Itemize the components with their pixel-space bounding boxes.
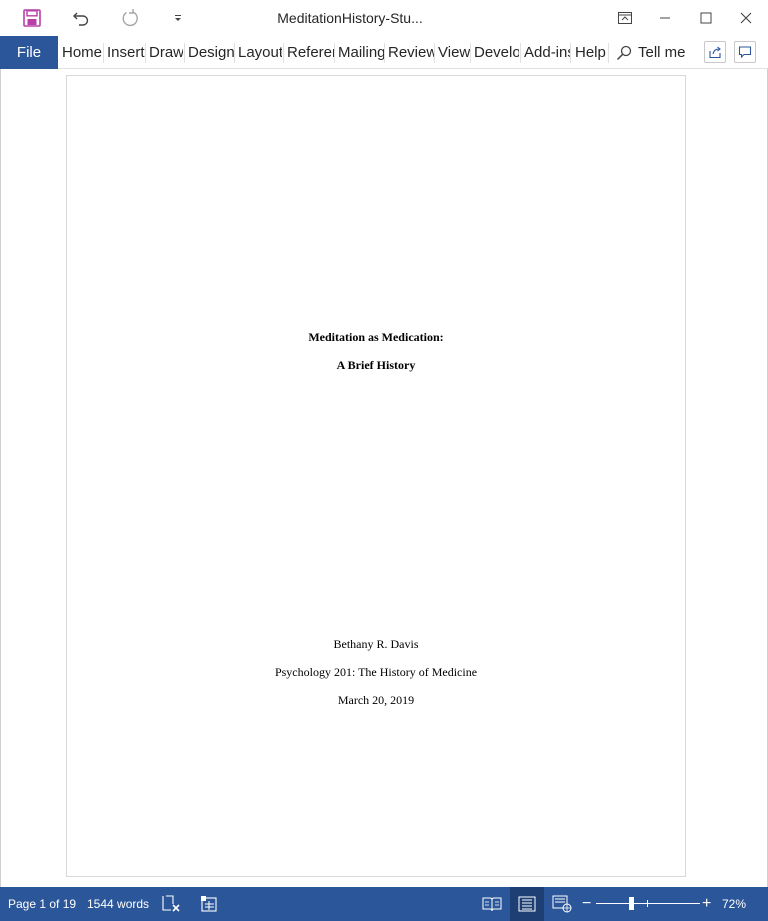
comments-button[interactable] [734,41,756,63]
title-line-1: Meditation as Medication: [308,330,444,344]
redo-button[interactable] [112,0,148,36]
title-bar: MeditationHistory-Stu... [0,0,768,36]
share-button[interactable] [704,41,726,63]
undo-icon [73,12,89,26]
word-count[interactable]: 1544 words [87,887,149,921]
author-name: Bethany R. Davis [333,637,419,651]
tab-divider [283,43,284,63]
document-page[interactable]: Meditation as Medication: A Brief Histor… [66,75,686,877]
tab-divider [384,43,385,63]
web-layout-button[interactable] [548,887,576,921]
maximize-button[interactable] [688,0,724,36]
save-button[interactable] [14,0,50,36]
redo-icon [122,9,138,27]
document-title: MeditationHistory-Stu... [277,10,423,26]
maximize-icon [700,12,712,24]
proofing-button[interactable] [158,887,182,921]
ribbon-display-options-button[interactable] [607,0,643,36]
print-layout-button[interactable] [510,887,544,921]
tab-review[interactable]: Review [388,36,434,69]
tab-divider [434,43,435,63]
customize-qat-icon [175,15,181,21]
read-mode-icon [482,897,502,912]
document-date: March 20, 2019 [337,693,415,707]
title-line-2: A Brief History [336,358,416,372]
zoom-level[interactable]: 72% [722,887,746,921]
tab-divider [184,43,185,63]
accessibility-icon [201,896,217,912]
tab-design[interactable]: Design [188,36,234,69]
tab-divider [520,43,521,63]
document-canvas[interactable]: Meditation as Medication: A Brief Histor… [0,69,768,887]
web-layout-icon [552,895,572,913]
print-layout-icon [518,896,536,912]
tab-home[interactable]: Home [62,36,102,69]
read-mode-button[interactable] [478,887,506,921]
minimize-icon [660,17,670,19]
tab-layout[interactable]: Layout [238,36,282,69]
close-button[interactable] [728,0,764,36]
customize-quick-access-button[interactable] [166,0,190,36]
status-bar: Page 1 of 19 1544 words − + 72% [0,887,768,921]
tab-divider [334,43,335,63]
tell-me-search[interactable]: Tell me [616,36,686,69]
tab-divider [608,43,609,63]
tab-add-ins[interactable]: Add-ins [524,36,570,69]
ribbon-display-icon [618,12,632,24]
minimize-button[interactable] [647,0,683,36]
zoom-slider-midpoint [647,900,648,907]
tab-divider [103,43,104,63]
spelling-icon [162,895,180,912]
tab-view[interactable]: View [438,36,470,69]
tab-draw[interactable]: Draw [149,36,183,69]
undo-button[interactable] [63,0,99,36]
tab-divider [234,43,235,63]
tab-insert[interactable]: Insert [107,36,145,69]
tab-file[interactable]: File [0,36,58,69]
tab-divider [470,43,471,63]
tab-help[interactable]: Help [575,36,607,69]
ribbon-tab-bar: File Home Insert Draw Design Layout Refe… [0,36,768,69]
accessibility-button[interactable] [197,887,221,921]
zoom-slider-track[interactable] [596,903,700,904]
tell-me-label: Tell me [638,44,686,61]
tab-divider [570,43,571,63]
zoom-in-button[interactable]: + [702,887,711,921]
search-icon [616,45,632,60]
tab-divider [145,43,146,63]
save-icon [23,9,41,27]
comments-icon [738,46,752,59]
zoom-slider-thumb[interactable] [629,897,634,910]
tab-mailings[interactable]: Mailing [338,36,384,69]
tab-developer[interactable]: Develo [474,36,519,69]
tab-references[interactable]: Referen [287,36,334,69]
course-name: Psychology 201: The History of Medicine [274,665,478,679]
close-icon [740,12,752,24]
page-count[interactable]: Page 1 of 19 [8,887,76,921]
share-icon [709,46,721,59]
zoom-out-button[interactable]: − [582,887,591,921]
